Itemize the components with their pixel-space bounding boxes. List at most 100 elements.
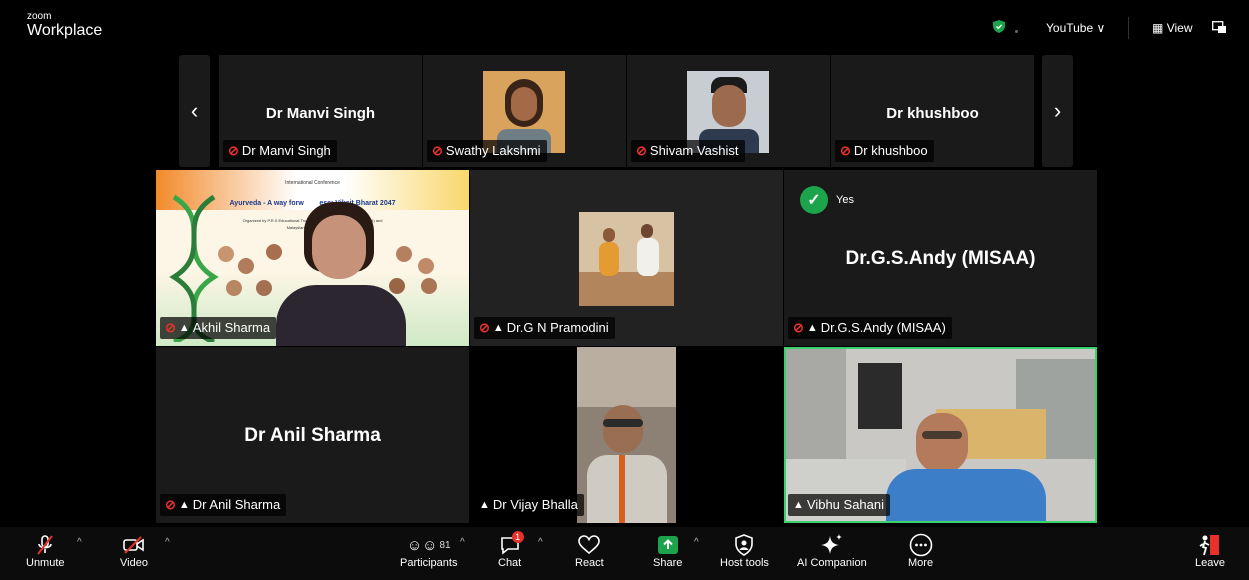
video-button[interactable]: Video bbox=[120, 533, 148, 569]
unmute-button[interactable]: Unmute bbox=[26, 533, 65, 569]
host-tools-button[interactable]: Host tools bbox=[720, 533, 769, 569]
video-tile-vijay-bhalla[interactable]: ▲ Dr Vijay Bhalla bbox=[470, 347, 783, 523]
participants-options-caret-icon[interactable]: ^ bbox=[460, 537, 465, 548]
pin-icon: ▲ bbox=[479, 499, 490, 511]
participant-video bbox=[577, 347, 676, 523]
livestream-youtube-menu[interactable]: YouTube ∨ bbox=[1046, 21, 1105, 35]
participant-nametag: ⊘ Dr khushboo bbox=[835, 140, 934, 162]
strip-tile-shivam-vashist[interactable]: ⊘ Shivam Vashist bbox=[627, 55, 830, 167]
participant-name: Akhil Sharma bbox=[192, 320, 271, 335]
share-options-caret-icon[interactable]: ^ bbox=[694, 537, 699, 548]
divider bbox=[1128, 17, 1129, 39]
participant-nametag: ⊘ Swathy Lakshmi bbox=[427, 140, 547, 162]
participant-big-name: Dr Anil Sharma bbox=[244, 425, 381, 446]
speaker-photo bbox=[418, 258, 434, 274]
chat-options-caret-icon[interactable]: ^ bbox=[538, 537, 543, 548]
video-tile-pramodini[interactable]: ⊘ ▲ Dr.G N Pramodini bbox=[470, 170, 783, 346]
notice-board bbox=[858, 363, 902, 429]
participant-nametag: ⊘ ▲ Dr Anil Sharma bbox=[160, 494, 287, 516]
participant-name: Dr Anil Sharma bbox=[192, 497, 281, 512]
participant-name: Dr.G.S.Andy (MISAA) bbox=[820, 320, 946, 335]
chevron-left-icon: ‹ bbox=[190, 98, 199, 123]
logo-bottom-text: Workplace bbox=[27, 22, 103, 39]
audio-options-caret-icon[interactable]: ^ bbox=[77, 537, 82, 548]
muted-mic-icon: ⊘ bbox=[840, 143, 851, 158]
chat-unread-badge: 1 bbox=[511, 531, 524, 543]
speaker-photo bbox=[266, 244, 282, 260]
strip-tile-swathy-lakshmi[interactable]: ⊘ Swathy Lakshmi bbox=[423, 55, 626, 167]
checkmark-icon: ✓ bbox=[800, 186, 828, 214]
more-label: More bbox=[908, 557, 934, 569]
person-face bbox=[916, 413, 968, 473]
participant-name: Vibhu Sahani bbox=[806, 497, 884, 512]
zoom-logo: zoom Workplace bbox=[27, 12, 102, 39]
react-label: React bbox=[575, 557, 604, 569]
glasses bbox=[922, 431, 962, 439]
pin-icon: ▲ bbox=[178, 499, 190, 511]
indicator-dot bbox=[1015, 30, 1018, 33]
encryption-shield-icon[interactable] bbox=[993, 20, 1005, 33]
grid-view-icon: ▦ bbox=[1152, 21, 1164, 35]
person-shirt bbox=[886, 469, 1046, 521]
participant-nametag: ▲ Dr Vijay Bhalla bbox=[474, 494, 584, 516]
pin-icon: ▲ bbox=[793, 499, 804, 511]
person-face bbox=[312, 215, 366, 279]
video-tile-anil-sharma[interactable]: Dr Anil Sharma ⊘ ▲ Dr Anil Sharma bbox=[156, 347, 469, 523]
meeting-toolbar: Unmute ^ Video ^ ☺☺ 81 Participants ^ 1 … bbox=[0, 527, 1249, 580]
participant-name: Dr Manvi Singh bbox=[241, 143, 331, 158]
video-tile-akhil-sharma[interactable]: International Conference Ayurveda - A wa… bbox=[156, 170, 469, 346]
strip-previous-button[interactable]: ‹ bbox=[179, 55, 210, 167]
react-button[interactable]: React bbox=[575, 533, 604, 569]
share-screen-icon bbox=[657, 533, 679, 557]
participant-name: Dr Vijay Bhalla bbox=[492, 497, 578, 512]
strip-tile-khushboo[interactable]: Dr khushboo ⊘ Dr khushboo bbox=[831, 55, 1034, 167]
video-label: Video bbox=[120, 557, 148, 569]
muted-mic-icon: ⊘ bbox=[479, 320, 490, 335]
reaction-label: Yes bbox=[836, 194, 854, 206]
participants-icon: ☺☺ 81 bbox=[406, 536, 451, 554]
picture-in-picture-icon[interactable] bbox=[1212, 21, 1226, 33]
leave-door-icon bbox=[1199, 533, 1221, 557]
speaker-photo bbox=[396, 246, 412, 262]
chat-label: Chat bbox=[498, 557, 522, 569]
participant-nametag: ▲ Vibhu Sahani bbox=[788, 494, 890, 516]
sparkle-icon bbox=[820, 533, 844, 557]
ai-companion-label: AI Companion bbox=[797, 557, 867, 569]
participant-name: Shivam Vashist bbox=[649, 143, 739, 158]
participant-nametag: ⊘ ▲ Dr.G.S.Andy (MISAA) bbox=[788, 317, 952, 339]
video-options-caret-icon[interactable]: ^ bbox=[165, 537, 170, 548]
participants-count: 81 bbox=[439, 539, 451, 551]
participant-name: Swathy Lakshmi bbox=[445, 143, 541, 158]
participant-nametag: ⊘ ▲ Dr.G N Pramodini bbox=[474, 317, 615, 339]
video-tile-vibhu-sahani[interactable]: ▲ Vibhu Sahani bbox=[784, 347, 1097, 523]
chat-button[interactable]: 1 Chat bbox=[498, 531, 524, 569]
strip-tile-manvi-singh[interactable]: Dr Manvi Singh ⊘ Dr Manvi Singh bbox=[219, 55, 422, 167]
participant-big-name: Dr.G.S.Andy (MISAA) bbox=[845, 248, 1036, 269]
participant-name: Dr khushboo bbox=[853, 143, 928, 158]
pin-icon: ▲ bbox=[806, 322, 818, 334]
speaker-photo bbox=[238, 258, 254, 274]
leave-button[interactable]: Leave bbox=[1195, 533, 1225, 569]
speaker-photo bbox=[421, 278, 437, 294]
top-bar: zoom Workplace YouTube ∨ ▦ View bbox=[0, 0, 1249, 50]
muted-mic-icon: ⊘ bbox=[432, 143, 443, 158]
muted-mic-icon: ⊘ bbox=[165, 497, 176, 512]
ai-companion-button[interactable]: AI Companion bbox=[797, 533, 867, 569]
reaction-yes: ✓ Yes bbox=[800, 186, 854, 214]
share-button[interactable]: Share bbox=[653, 533, 682, 569]
chevron-right-icon: › bbox=[1053, 98, 1062, 123]
strip-next-button[interactable]: › bbox=[1042, 55, 1073, 167]
more-button[interactable]: More bbox=[908, 533, 933, 569]
muted-mic-icon: ⊘ bbox=[228, 143, 239, 158]
mic-muted-icon bbox=[35, 533, 55, 557]
participant-big-name: Dr Manvi Singh bbox=[265, 105, 376, 122]
speaker-photo bbox=[218, 246, 234, 262]
logo-top-text: zoom bbox=[27, 11, 52, 22]
share-label: Share bbox=[653, 557, 683, 569]
participants-button[interactable]: ☺☺ 81 Participants bbox=[400, 533, 457, 570]
pin-icon: ▲ bbox=[492, 322, 504, 334]
participant-big-name: Dr khushboo bbox=[886, 105, 979, 122]
heart-icon bbox=[578, 533, 601, 557]
view-button[interactable]: ▦ View bbox=[1152, 21, 1192, 35]
video-off-icon bbox=[123, 533, 145, 557]
